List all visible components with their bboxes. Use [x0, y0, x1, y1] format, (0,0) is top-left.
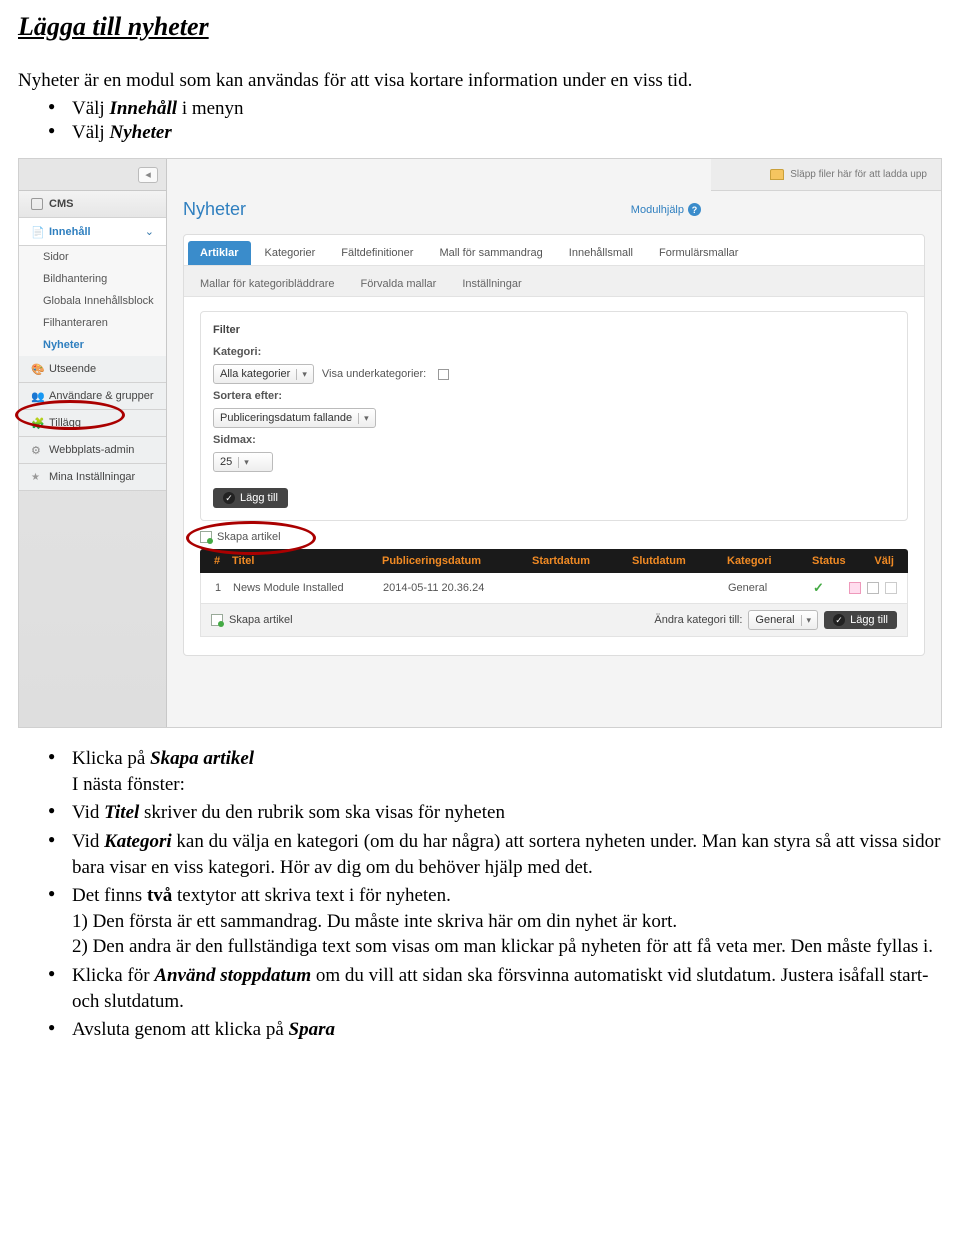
kategori-label: Kategori:	[213, 346, 895, 358]
sidebar-item-mina[interactable]: Mina Inställningar	[19, 464, 166, 491]
tab-formularsmallar[interactable]: Formulärsmallar	[647, 241, 750, 265]
sort-select[interactable]: Publiceringsdatum fallande▾	[213, 408, 376, 428]
create-article-link-bottom[interactable]: Skapa artikel	[229, 614, 293, 626]
folder-icon	[770, 169, 784, 180]
new-doc-icon	[200, 531, 212, 543]
th-title[interactable]: Titel	[228, 555, 378, 567]
sidebar-sub-sidor[interactable]: Sidor	[19, 246, 166, 268]
sidebar-item-anvandare[interactable]: 👥Användare & grupper	[19, 383, 166, 410]
collapse-sidebar-button[interactable]: ◂	[138, 167, 158, 183]
footer-add-button[interactable]: ✓Lägg till	[824, 611, 897, 629]
tabs-container: Artiklar Kategorier Fältdefinitioner Mal…	[183, 234, 925, 656]
table-row[interactable]: 1 News Module Installed 2014-05-11 20.36…	[200, 573, 908, 604]
module-help-link[interactable]: Modulhjälp?	[631, 203, 701, 216]
intro-text: Nyheter är en modul som kan användas för…	[18, 70, 942, 92]
caret-down-icon: ▾	[238, 457, 249, 468]
tab-mallar-kategori[interactable]: Mallar för kategoribläddrare	[188, 272, 347, 296]
td-kat: General	[724, 582, 809, 594]
bullet: Vid Kategori kan du välja en kategori (o…	[48, 829, 942, 880]
table-footer: Skapa artikel Ändra kategori till: Gener…	[200, 604, 908, 637]
sidebar-sub-globala[interactable]: Globala Innehållsblock	[19, 290, 166, 312]
file-dropzone[interactable]: Släpp filer här för att ladda upp	[711, 159, 941, 191]
users-icon: 👥	[31, 390, 43, 402]
doc-icon: 📄	[31, 226, 43, 238]
help-icon: ?	[688, 203, 701, 216]
main-panel: Släpp filer här för att ladda upp Nyhete…	[167, 159, 941, 727]
th-pub[interactable]: Publiceringsdatum	[378, 555, 528, 567]
sidebar-sub-fil[interactable]: Filhanteraren	[19, 312, 166, 334]
th-start[interactable]: Startdatum	[528, 555, 628, 567]
sidebar-header-cms[interactable]: CMS	[19, 191, 166, 218]
sidebar-item-utseende[interactable]: 🎨Utseende	[19, 356, 166, 383]
bullet: Klicka på Skapa artikel I nästa fönster:	[48, 746, 942, 797]
bullet: Välj Nyheter	[48, 122, 942, 144]
caret-down-icon: ▾	[296, 369, 307, 380]
sidebar: ◂ CMS 📄Innehåll⌄ Sidor Bildhantering Glo…	[19, 159, 167, 727]
filter-apply-button[interactable]: ✓Lägg till	[213, 488, 288, 508]
chevron-down-icon: ⌄	[145, 225, 154, 238]
th-kat[interactable]: Kategori	[723, 555, 808, 567]
sidebar-item-tillagg[interactable]: 🧩Tillägg	[19, 410, 166, 437]
edit-icon[interactable]	[849, 582, 861, 594]
new-doc-icon	[211, 614, 223, 626]
select-checkbox[interactable]	[885, 582, 897, 594]
sidmax-label: Sidmax:	[213, 434, 895, 446]
td-title[interactable]: News Module Installed	[229, 582, 379, 594]
tab-innehallsmall[interactable]: Innehållsmall	[557, 241, 645, 265]
copy-icon[interactable]	[867, 582, 879, 594]
tab-faltdefinitioner[interactable]: Fältdefinitioner	[329, 241, 425, 265]
check-icon: ✓	[223, 492, 235, 504]
bullet: Avsluta genom att klicka på Spara	[48, 1017, 942, 1043]
th-num: #	[210, 555, 228, 567]
caret-down-icon: ▾	[358, 413, 369, 424]
subcat-checkbox[interactable]	[438, 369, 449, 380]
home-icon	[31, 198, 43, 210]
tab-forvalda[interactable]: Förvalda mallar	[349, 272, 449, 296]
tab-artiklar[interactable]: Artiklar	[188, 241, 251, 265]
change-cat-select[interactable]: General▾	[748, 610, 818, 630]
tab-installningar[interactable]: Inställningar	[450, 272, 533, 296]
bullet: Klicka för Använd stoppdatum om du vill …	[48, 963, 942, 1014]
tab-kategorier[interactable]: Kategorier	[253, 241, 328, 265]
bullet: Det finns två textytor att skriva text i…	[48, 883, 942, 960]
appearance-icon: 🎨	[31, 363, 43, 375]
bullet: Välj Innehåll i menyn	[48, 98, 942, 120]
module-title: Nyheter	[183, 199, 246, 220]
caret-down-icon: ▾	[801, 615, 812, 626]
kategori-select[interactable]: Alla kategorier▾	[213, 364, 314, 384]
th-valj: Välj	[870, 555, 898, 567]
td-pub: 2014-05-11 20.36.24	[379, 582, 529, 594]
filter-title: Filter	[213, 324, 895, 336]
check-icon: ✓	[833, 614, 845, 626]
sidebar-sub-nyheter[interactable]: Nyheter	[19, 334, 166, 356]
screenshot: ◂ CMS 📄Innehåll⌄ Sidor Bildhantering Glo…	[18, 158, 942, 728]
sidmax-select[interactable]: 25▾	[213, 452, 273, 472]
star-icon	[31, 471, 43, 483]
td-status[interactable]	[809, 580, 849, 596]
tab-mall-sammandrag[interactable]: Mall för sammandrag	[427, 241, 554, 265]
subcat-label: Visa underkategorier:	[322, 368, 426, 380]
create-article-link-top[interactable]: Skapa artikel	[200, 531, 908, 543]
gear-icon	[31, 444, 43, 456]
filter-box: Filter Kategori: Alla kategorier▾ Visa u…	[200, 311, 908, 521]
plugin-icon: 🧩	[31, 417, 43, 429]
sort-label: Sortera efter:	[213, 390, 895, 402]
sidebar-item-webbplats[interactable]: Webbplats-admin	[19, 437, 166, 464]
th-slut[interactable]: Slutdatum	[628, 555, 723, 567]
th-status[interactable]: Status	[808, 555, 868, 567]
check-icon	[813, 583, 824, 595]
sidebar-item-innehall[interactable]: 📄Innehåll⌄	[19, 218, 166, 246]
bullet: Vid Titel skriver du den rubrik som ska …	[48, 800, 942, 826]
sidebar-sub-bild[interactable]: Bildhantering	[19, 268, 166, 290]
page-heading: Lägga till nyheter	[18, 12, 942, 42]
table-header: # Titel Publiceringsdatum Startdatum Slu…	[200, 549, 908, 573]
td-num: 1	[211, 582, 229, 594]
change-cat-label: Ändra kategori till:	[654, 614, 742, 626]
